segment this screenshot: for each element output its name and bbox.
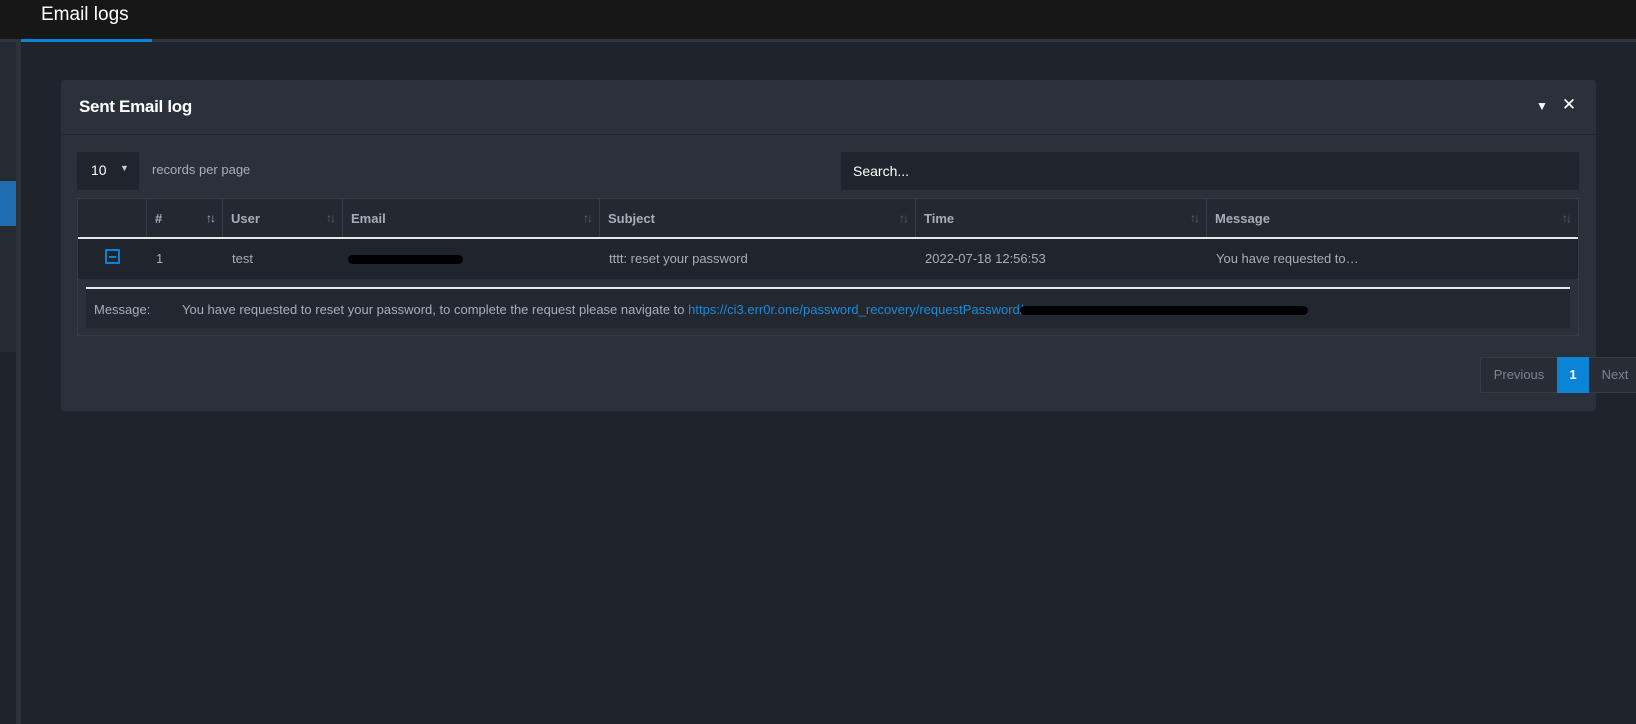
column-header-subject[interactable]: Subject ↑↓ — [600, 199, 916, 237]
cell-subject: tttt: reset your password — [609, 251, 748, 266]
row-details: Message: You have requested to reset you… — [86, 287, 1570, 328]
sort-icon: ↑↓ — [1190, 211, 1200, 225]
column-label: Time — [924, 211, 955, 226]
records-per-page-label: records per page — [152, 162, 251, 177]
top-bar — [0, 0, 1636, 39]
sent-email-log-panel: Sent Email log ▼ ✕ 10 ▼ records per page… — [61, 80, 1636, 411]
column-header-index[interactable]: # ↑↓ — [147, 199, 223, 237]
column-header-email[interactable]: Email ↑↓ — [343, 199, 600, 237]
column-header-expand — [78, 199, 147, 237]
table-header: # ↑↓ User ↑↓ Email ↑↓ Subject ↑↓ Time ↑↓… — [78, 199, 1578, 239]
sort-ascending-icon: ↑↓ — [206, 211, 216, 225]
column-label: User — [231, 211, 260, 226]
column-label: Subject — [608, 211, 655, 226]
search-input[interactable] — [841, 152, 1579, 190]
sidebar-divider — [16, 42, 21, 724]
panel-header: Sent Email log ▼ ✕ — [61, 80, 1596, 135]
details-message-text: You have requested to reset your passwor… — [182, 302, 689, 317]
column-label: Message — [1215, 211, 1270, 226]
next-page-button[interactable]: Next — [1589, 358, 1636, 392]
records-per-page-value: 10 — [91, 162, 107, 178]
collapse-row-icon[interactable] — [105, 249, 120, 264]
column-label: Email — [351, 211, 386, 226]
cell-index: 1 — [156, 251, 164, 266]
close-icon[interactable]: ✕ — [1561, 96, 1577, 113]
column-label: # — [155, 211, 163, 226]
active-tab-indicator — [21, 39, 152, 42]
column-header-user[interactable]: User ↑↓ — [223, 199, 343, 237]
table-row[interactable]: 1 test tttt: reset your password 2022-07… — [78, 239, 1578, 279]
sort-icon: ↑↓ — [583, 211, 593, 225]
redacted-email — [348, 255, 463, 265]
cell-email — [348, 251, 463, 266]
caret-down-icon[interactable]: ▼ — [1534, 98, 1550, 114]
cell-user: test — [232, 251, 253, 266]
sort-icon: ↑↓ — [326, 211, 336, 225]
sort-icon: ↑↓ — [899, 211, 909, 225]
top-bar-divider — [0, 39, 1636, 42]
previous-page-button[interactable]: Previous — [1481, 358, 1557, 392]
records-per-page-select[interactable]: 10 ▼ — [77, 152, 139, 190]
cell-time: 2022-07-18 12:56:53 — [925, 251, 1046, 266]
details-label: Message: — [94, 302, 151, 317]
pagination: Previous 1 Next — [1480, 357, 1636, 393]
sort-icon: ↑↓ — [1562, 211, 1572, 225]
panel-title: Sent Email log — [79, 97, 192, 116]
column-header-message[interactable]: Message ↑↓ — [1207, 199, 1578, 237]
page-1-button[interactable]: 1 — [1557, 357, 1589, 393]
sidebar-active-item[interactable] — [0, 181, 16, 226]
password-recovery-link[interactable]: https://ci3.err0r.one/password_recovery/… — [688, 302, 1023, 317]
column-header-time[interactable]: Time ↑↓ — [916, 199, 1207, 237]
details-message: You have requested to reset your passwor… — [182, 302, 1309, 317]
page-title: Email logs — [41, 4, 129, 25]
chevron-down-icon: ▼ — [120, 163, 129, 173]
email-log-table: # ↑↓ User ↑↓ Email ↑↓ Subject ↑↓ Time ↑↓… — [77, 198, 1579, 336]
cell-message: You have requested to… — [1216, 251, 1359, 266]
redacted-token — [1020, 306, 1309, 316]
